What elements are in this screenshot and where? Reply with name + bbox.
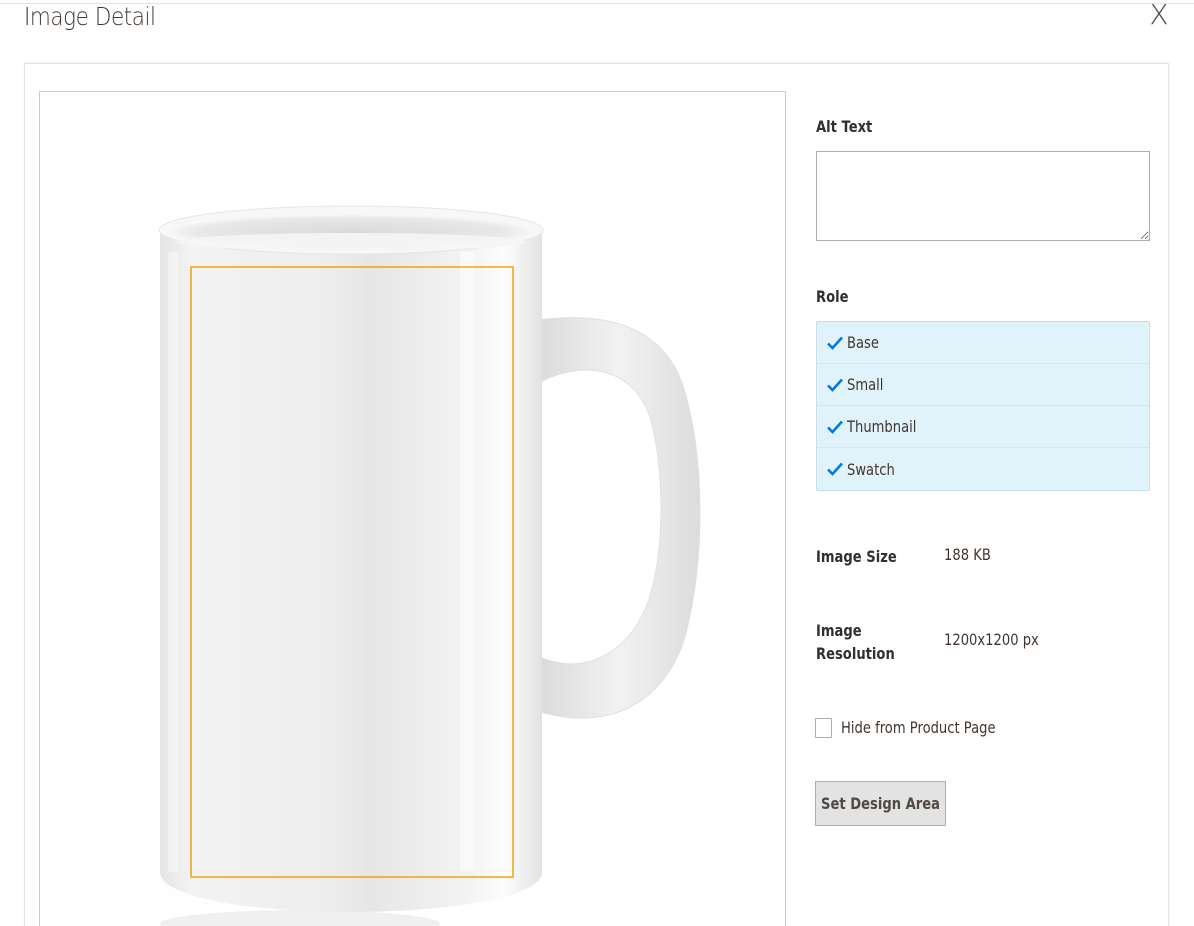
alt-text-input[interactable] — [816, 151, 1150, 241]
role-option-base[interactable]: Base — [817, 322, 1149, 364]
set-design-area-label: Set Design Area — [821, 794, 940, 813]
role-option-label: Small — [847, 375, 884, 394]
alt-text-label: Alt Text — [816, 117, 873, 136]
image-resolution-label-line1: Image — [816, 621, 862, 640]
role-option-thumbnail[interactable]: Thumbnail — [817, 406, 1149, 448]
checkmark-icon — [827, 420, 843, 434]
top-divider — [0, 3, 1194, 4]
image-size-value: 188 KB — [944, 545, 991, 564]
hide-from-product-page-checkbox[interactable] — [815, 718, 832, 738]
mug-image — [140, 205, 701, 926]
role-option-label: Thumbnail — [847, 417, 917, 436]
checkmark-icon — [827, 462, 843, 476]
checkmark-icon — [827, 336, 843, 350]
close-button[interactable]: X — [1145, 0, 1173, 30]
modal-title: Image Detail — [24, 2, 156, 31]
role-option-label: Swatch — [847, 459, 895, 479]
mug-body — [160, 232, 542, 912]
hide-from-product-page-label[interactable]: Hide from Product Page — [841, 718, 996, 737]
image-preview — [39, 91, 786, 926]
role-list: Base Small Thumbnail Swatch — [816, 321, 1150, 491]
image-resolution-value: 1200x1200 px — [944, 630, 1039, 649]
image-resolution-label: Image Resolution — [816, 619, 895, 665]
role-option-swatch[interactable]: Swatch — [817, 448, 1149, 490]
role-option-label: Base — [847, 333, 879, 352]
set-design-area-button[interactable]: Set Design Area — [815, 781, 946, 826]
checkmark-icon — [827, 378, 843, 392]
image-size-label: Image Size — [816, 547, 897, 566]
role-option-small[interactable]: Small — [817, 364, 1149, 406]
role-label: Role — [816, 287, 849, 306]
mug-handle — [537, 317, 701, 719]
image-resolution-label-line2: Resolution — [816, 644, 895, 663]
